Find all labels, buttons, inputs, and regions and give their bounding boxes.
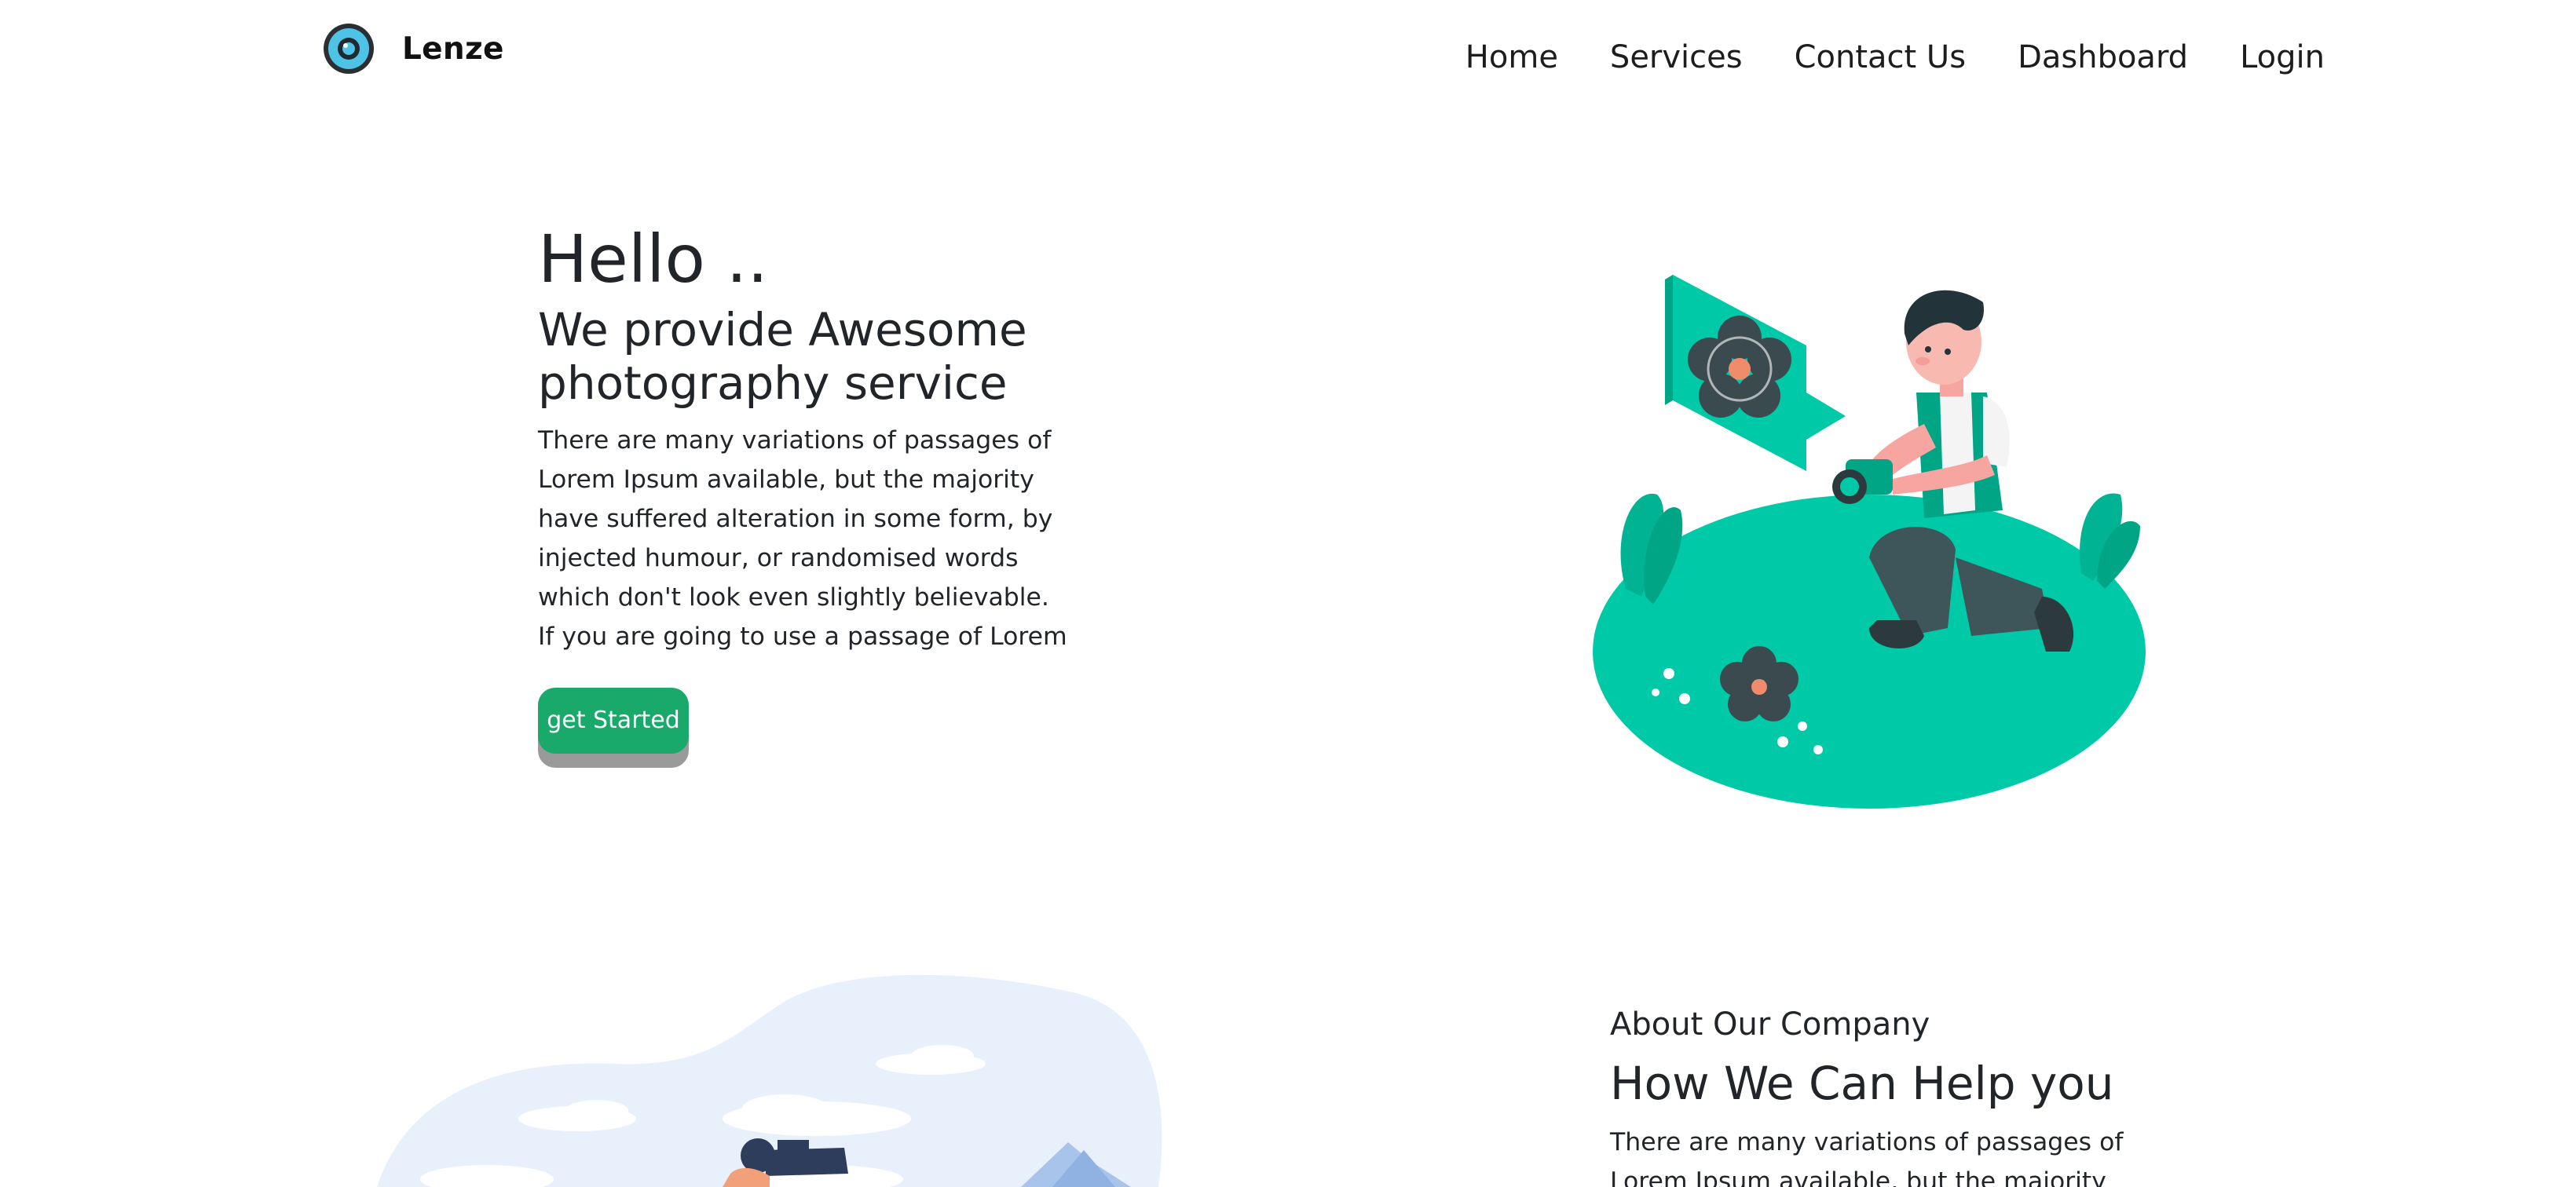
camera-lens-icon — [324, 24, 374, 74]
get-started-button[interactable]: get Started — [538, 688, 689, 768]
about-kicker: About Our Company — [1610, 1006, 1930, 1043]
main-nav: Home Services Contact Us Dashboard Login — [1414, 39, 2325, 75]
navbar: Lenze Home Services Contact Us Dashboard… — [0, 0, 2576, 118]
hero-paragraph: There are many variations of passages of… — [538, 426, 1067, 651]
hero-greeting: Hello .. — [538, 221, 769, 298]
nav-login[interactable]: Login — [2240, 39, 2325, 75]
photographer-kneeling-illustration — [1593, 275, 2146, 809]
brand-name: Lenze — [402, 31, 504, 67]
page: Lenze Home Services Contact Us Dashboard… — [0, 0, 2576, 1187]
nav-services[interactable]: Services — [1610, 39, 1743, 75]
photographer-mountains-illustration — [377, 974, 1162, 1187]
about-title: How We Can Help you — [1610, 1057, 2114, 1110]
hero-headline: We provide Awesome photography service — [538, 303, 1027, 410]
brand-link[interactable]: Lenze — [322, 22, 504, 75]
get-started-label: get Started — [538, 688, 689, 754]
about-section: About Our Company How We Can Help you Th… — [1610, 997, 2175, 1187]
nav-dashboard[interactable]: Dashboard — [2018, 39, 2188, 75]
about-paragraph: There are many variations of passages of… — [1610, 1128, 2124, 1187]
nav-home[interactable]: Home — [1465, 39, 1558, 75]
hero-section: Hello .. We provide Awesome photography … — [538, 212, 1088, 656]
nav-contact-us[interactable]: Contact Us — [1795, 39, 1966, 75]
